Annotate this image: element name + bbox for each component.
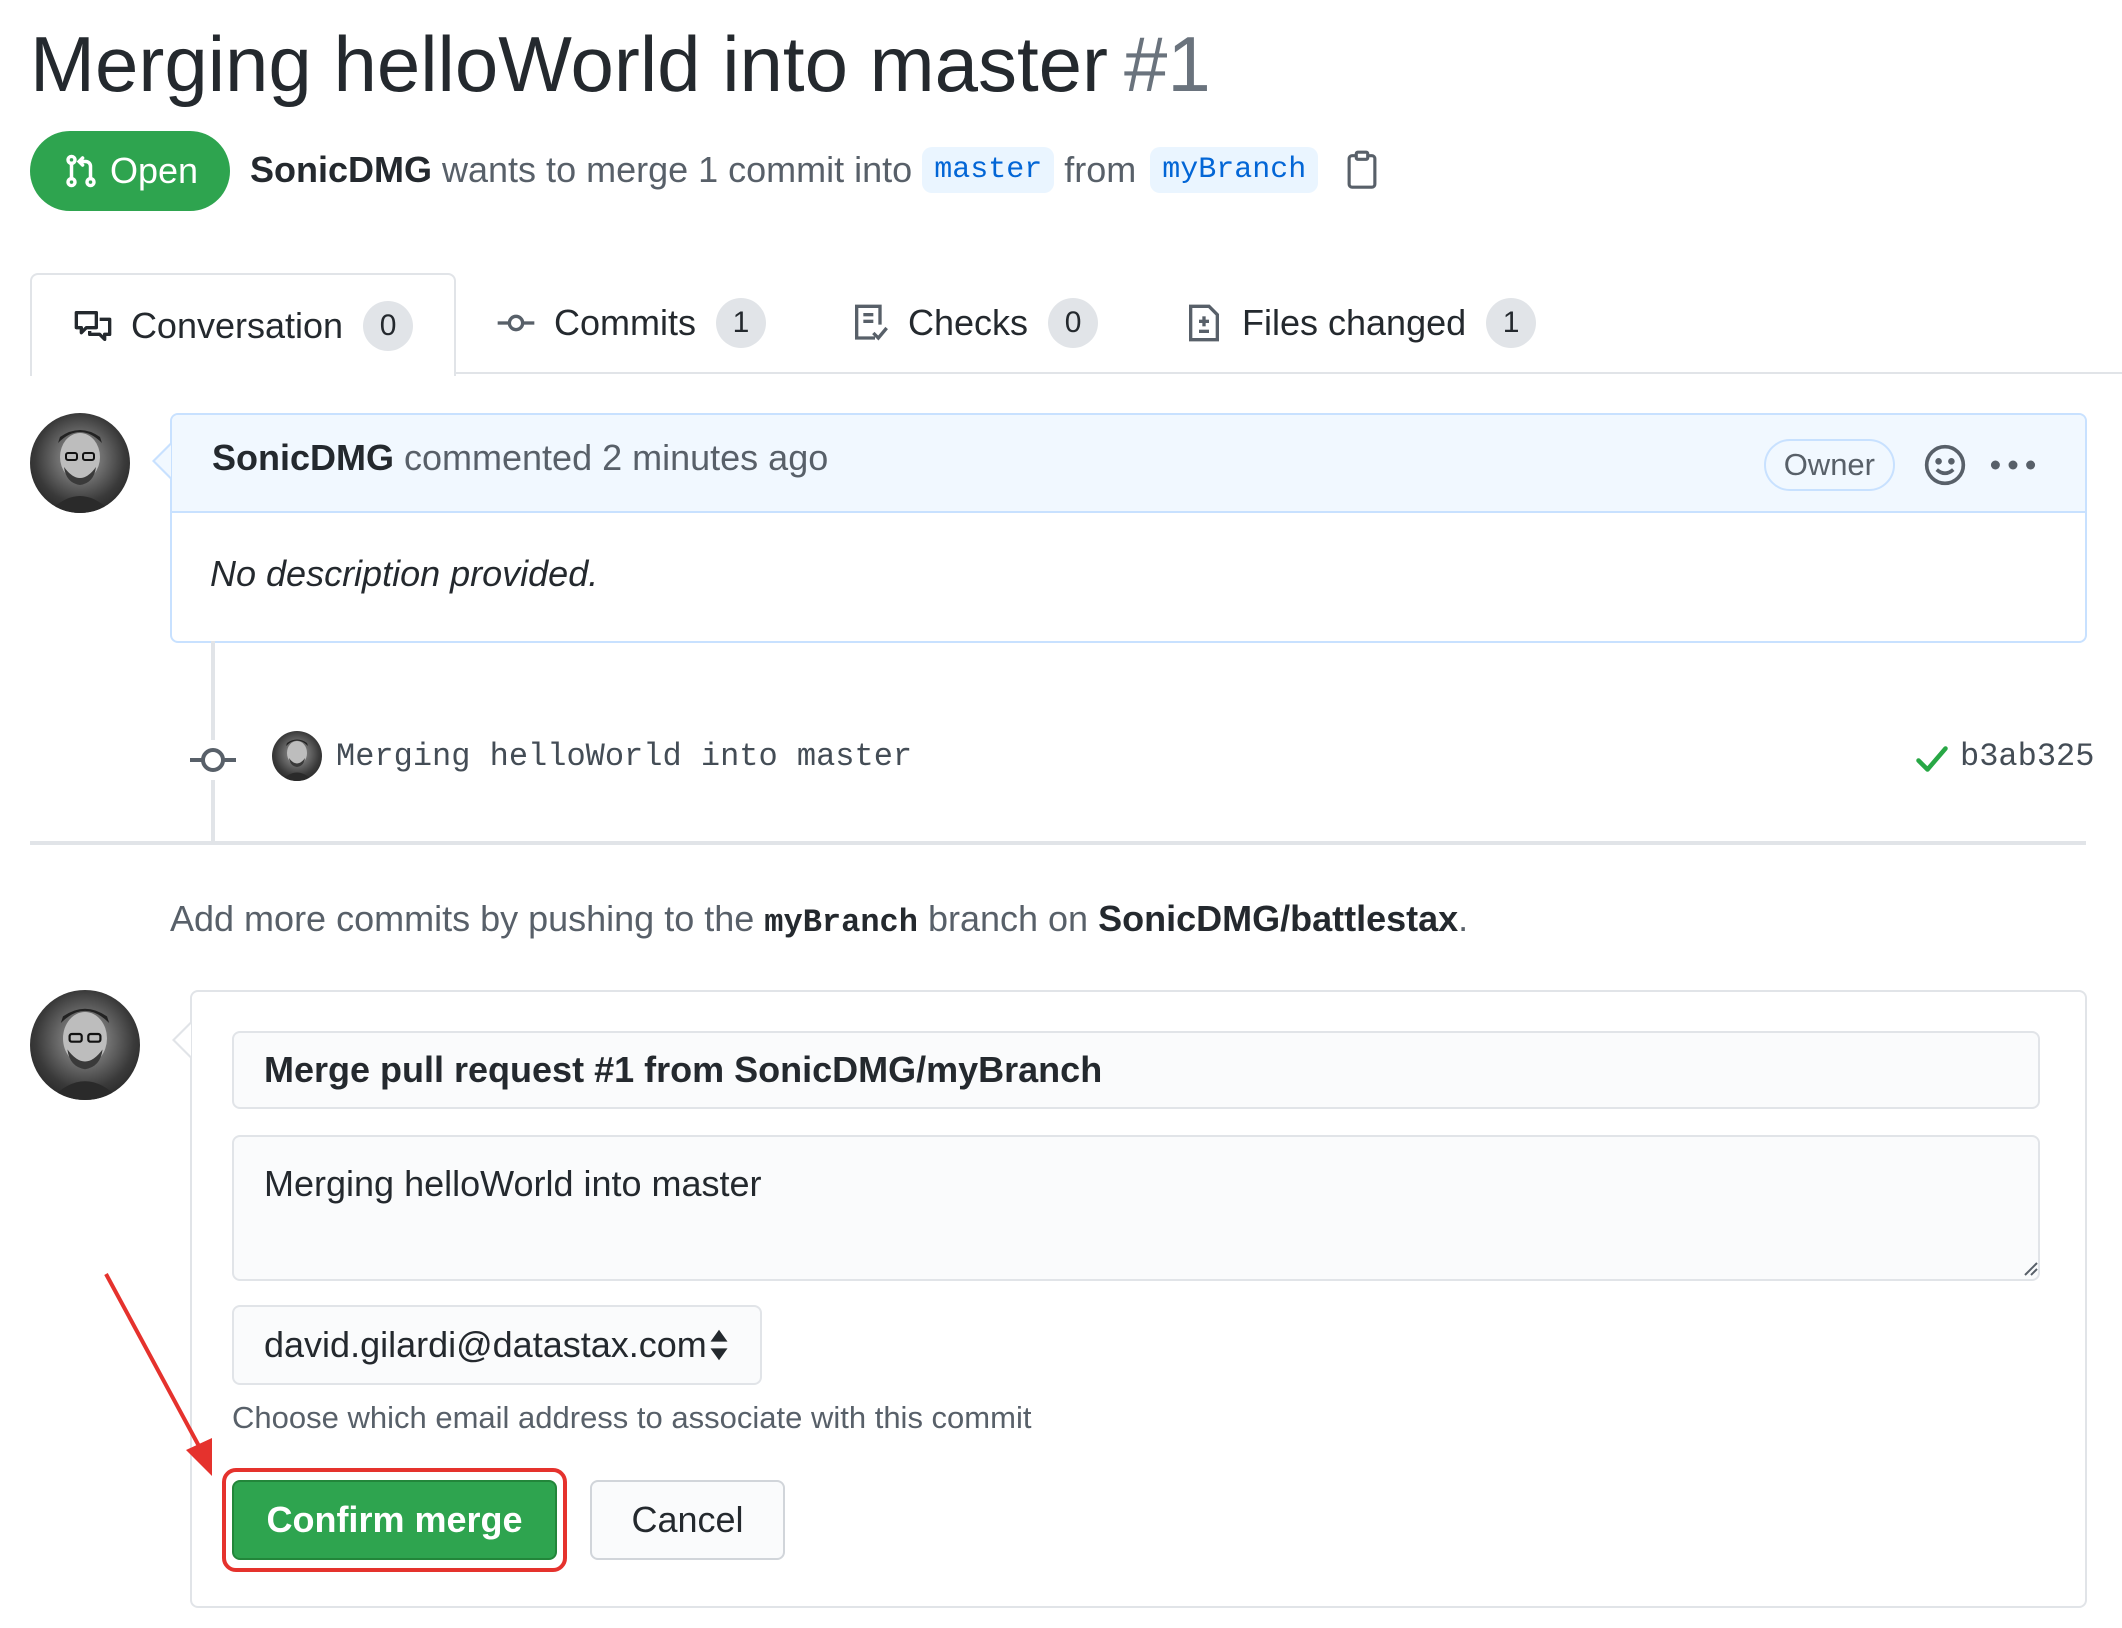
tab-files-changed[interactable]: Files changed 1 — [1184, 274, 1537, 372]
from-text: from — [1064, 149, 1137, 190]
pr-summary: SonicDMG wants to merge 1 commit into ma… — [250, 140, 1380, 200]
resize-handle-icon[interactable] — [2020, 1258, 2038, 1276]
email-help-text: Choose which email address to associate … — [232, 1400, 1032, 1435]
cancel-button[interactable]: Cancel — [590, 1480, 785, 1560]
push-hint-repo-link[interactable]: SonicDMG/battlestax — [1098, 898, 1458, 939]
commit-author-avatar[interactable] — [272, 731, 322, 781]
page-title: Merging helloWorld into master #1 — [30, 16, 1211, 112]
tab-counter: 1 — [1486, 298, 1537, 348]
checklist-icon — [855, 304, 888, 341]
state-badge: Open — [30, 131, 230, 211]
comment-meta: SonicDMG commented 2 minutes ago — [212, 437, 828, 479]
add-reaction-smiley-icon[interactable] — [1923, 443, 1967, 487]
git-commit-icon — [497, 314, 535, 332]
merge-title-input[interactable] — [232, 1031, 2040, 1109]
owner-badge: Owner — [1763, 439, 1895, 491]
tab-label: Conversation — [130, 304, 344, 346]
avatar[interactable] — [30, 990, 140, 1100]
user-avatar-icon — [48, 430, 112, 513]
push-hint-suffix: . — [1458, 898, 1469, 939]
comment-box: SonicDMG commented 2 minutes ago Owner No… — [170, 413, 2087, 643]
pr-author-link[interactable]: SonicDMG — [250, 149, 432, 191]
tab-conversation[interactable]: Conversation 0 — [30, 273, 456, 376]
tab-label: Files changed — [1242, 302, 1467, 343]
push-hint-prefix: Add more commits by pushing to the — [170, 898, 755, 939]
base-branch[interactable]: master — [922, 147, 1055, 193]
commit-sha-link[interactable]: b3ab325 — [1960, 738, 2094, 775]
git-commit-node-icon — [190, 740, 236, 780]
user-avatar-icon — [281, 739, 313, 781]
avatar[interactable] — [30, 413, 130, 513]
file-diff-icon — [1189, 304, 1219, 342]
user-avatar-icon — [49, 1008, 121, 1100]
push-hint-branch: myBranch — [764, 904, 918, 941]
comment-discussion-icon — [74, 310, 112, 341]
commit-email-value: david.gilardi@datastax.com — [264, 1324, 707, 1365]
annotation-arrow-icon — [104, 1273, 212, 1476]
select-arrows-icon — [710, 1329, 728, 1361]
tab-label: Checks — [908, 302, 1029, 343]
merge-box-caret-fill — [175, 1024, 191, 1056]
tab-checks[interactable]: Checks 0 — [850, 274, 1099, 372]
git-pull-request-icon — [66, 154, 96, 188]
tab-label: Commits — [554, 302, 696, 343]
tab-commits[interactable]: Commits 1 — [496, 274, 766, 372]
tab-counter: 0 — [363, 300, 414, 351]
tab-counter: 1 — [716, 298, 766, 348]
commit-message-link[interactable]: Merging helloWorld into master — [336, 738, 912, 775]
pr-number: #1 — [1124, 20, 1211, 108]
head-branch[interactable]: myBranch — [1150, 147, 1319, 193]
tab-counter: 0 — [1048, 298, 1099, 348]
comment-timestamp[interactable]: commented 2 minutes ago — [404, 437, 828, 478]
comment-header: SonicDMG commented 2 minutes ago Owner — [172, 415, 2085, 513]
comment-author-link[interactable]: SonicDMG — [212, 437, 394, 478]
state-label: Open — [109, 150, 199, 191]
more-options-icon[interactable] — [1989, 445, 2037, 485]
check-icon[interactable] — [1914, 741, 1950, 777]
confirm-merge-button[interactable]: Confirm merge — [232, 1480, 557, 1560]
pr-summary-text: wants to merge 1 commit into — [442, 149, 913, 190]
merge-message-textarea[interactable]: Merging helloWorld into master — [232, 1135, 2040, 1281]
push-hint-middle: branch on — [927, 898, 1089, 939]
comment-body: No description provided. — [210, 553, 599, 594]
commit-email-select[interactable]: david.gilardi@datastax.com — [232, 1305, 762, 1385]
timeline-divider — [30, 841, 2086, 845]
pr-title-text: Merging helloWorld into master — [30, 20, 1109, 108]
clipboard-copy-icon[interactable] — [1344, 150, 1380, 190]
push-hint: Add more commits by pushing to the myBra… — [170, 898, 1468, 941]
comment-caret-fill — [155, 445, 171, 477]
